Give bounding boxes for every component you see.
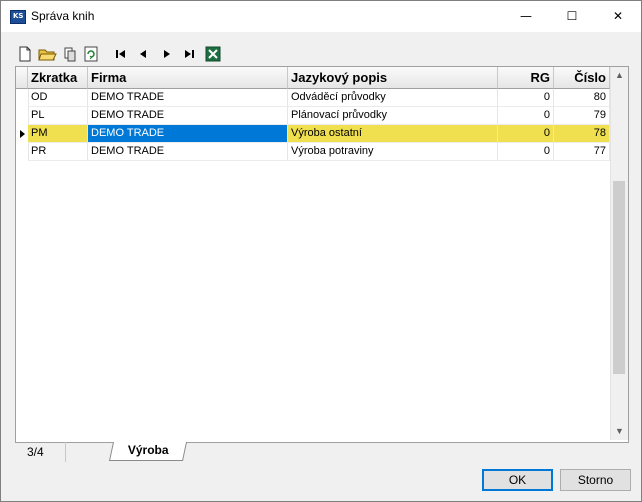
maximize-button[interactable]: ☐ xyxy=(549,1,595,32)
scroll-down-icon[interactable]: ▼ xyxy=(611,423,628,440)
cell-code[interactable]: PR xyxy=(28,143,88,161)
cell-number[interactable]: 78 xyxy=(554,125,610,143)
column-header-description[interactable]: Jazykový popis xyxy=(288,67,498,89)
app-icon: KS xyxy=(10,10,26,24)
open-icon[interactable] xyxy=(37,44,57,64)
toolbar xyxy=(15,44,265,64)
status-bar: 3/4 Výroba xyxy=(15,442,627,464)
table-row[interactable]: OD DEMO TRADE Odváděcí průvodky 0 80 xyxy=(16,89,610,107)
table-row[interactable]: PL DEMO TRADE Plánovací průvodky 0 79 xyxy=(16,107,610,125)
cancel-button[interactable]: Storno xyxy=(560,469,631,491)
cell-description[interactable]: Odváděcí průvodky xyxy=(288,89,498,107)
column-header-rg[interactable]: RG xyxy=(498,67,554,89)
cell-firm[interactable]: DEMO TRADE xyxy=(88,107,288,125)
row-indicator-header xyxy=(16,67,28,89)
first-record-icon[interactable] xyxy=(111,44,131,64)
vertical-scrollbar[interactable]: ▲ ▼ xyxy=(610,67,628,440)
cell-code[interactable]: PL xyxy=(28,107,88,125)
tab-vyroba[interactable]: Výroba xyxy=(108,442,188,461)
table-row-selected[interactable]: PM DEMO TRADE Výroba ostatní 0 78 xyxy=(16,125,610,143)
previous-record-icon[interactable] xyxy=(133,44,153,64)
table-row[interactable]: PR DEMO TRADE Výroba potraviny 0 77 xyxy=(16,143,610,161)
cell-rg[interactable]: 0 xyxy=(498,107,554,125)
copy-icon[interactable] xyxy=(59,44,79,64)
cell-description[interactable]: Výroba potraviny xyxy=(288,143,498,161)
new-icon[interactable] xyxy=(15,44,35,64)
cell-firm[interactable]: DEMO TRADE xyxy=(88,89,288,107)
scroll-up-icon[interactable]: ▲ xyxy=(611,67,628,84)
tab-label: Výroba xyxy=(127,443,169,457)
cell-rg[interactable]: 0 xyxy=(498,143,554,161)
window-title: Správa knih xyxy=(31,9,95,23)
ok-button[interactable]: OK xyxy=(482,469,553,491)
next-record-icon[interactable] xyxy=(157,44,177,64)
cell-firm-focused[interactable]: DEMO TRADE xyxy=(88,125,288,143)
books-grid: Zkratka Firma Jazykový popis RG Číslo OD… xyxy=(15,66,629,443)
cell-number[interactable]: 77 xyxy=(554,143,610,161)
minimize-button[interactable]: — xyxy=(503,1,549,32)
refresh-icon[interactable] xyxy=(81,44,101,64)
column-header-number[interactable]: Číslo xyxy=(554,67,610,89)
cell-number[interactable]: 79 xyxy=(554,107,610,125)
cell-code[interactable]: OD xyxy=(28,89,88,107)
scrollbar-thumb[interactable] xyxy=(613,181,625,374)
cell-code[interactable]: PM xyxy=(28,125,88,143)
row-pointer-icon xyxy=(20,130,25,138)
column-header-firm[interactable]: Firma xyxy=(88,67,288,89)
column-header-code[interactable]: Zkratka xyxy=(28,67,88,89)
record-count: 3/4 xyxy=(15,442,66,462)
cell-number[interactable]: 80 xyxy=(554,89,610,107)
close-button[interactable]: ✕ xyxy=(595,1,641,32)
excel-export-icon[interactable] xyxy=(203,44,223,64)
cell-description[interactable]: Plánovací průvodky xyxy=(288,107,498,125)
cell-rg[interactable]: 0 xyxy=(498,89,554,107)
title-bar: KS Správa knih — ☐ ✕ xyxy=(1,1,641,32)
book-manager-window: KS Správa knih — ☐ ✕ Zkratka Firma Jazyk… xyxy=(0,0,642,502)
cell-rg[interactable]: 0 xyxy=(498,125,554,143)
cell-firm[interactable]: DEMO TRADE xyxy=(88,143,288,161)
last-record-icon[interactable] xyxy=(179,44,199,64)
cell-description[interactable]: Výroba ostatní xyxy=(288,125,498,143)
